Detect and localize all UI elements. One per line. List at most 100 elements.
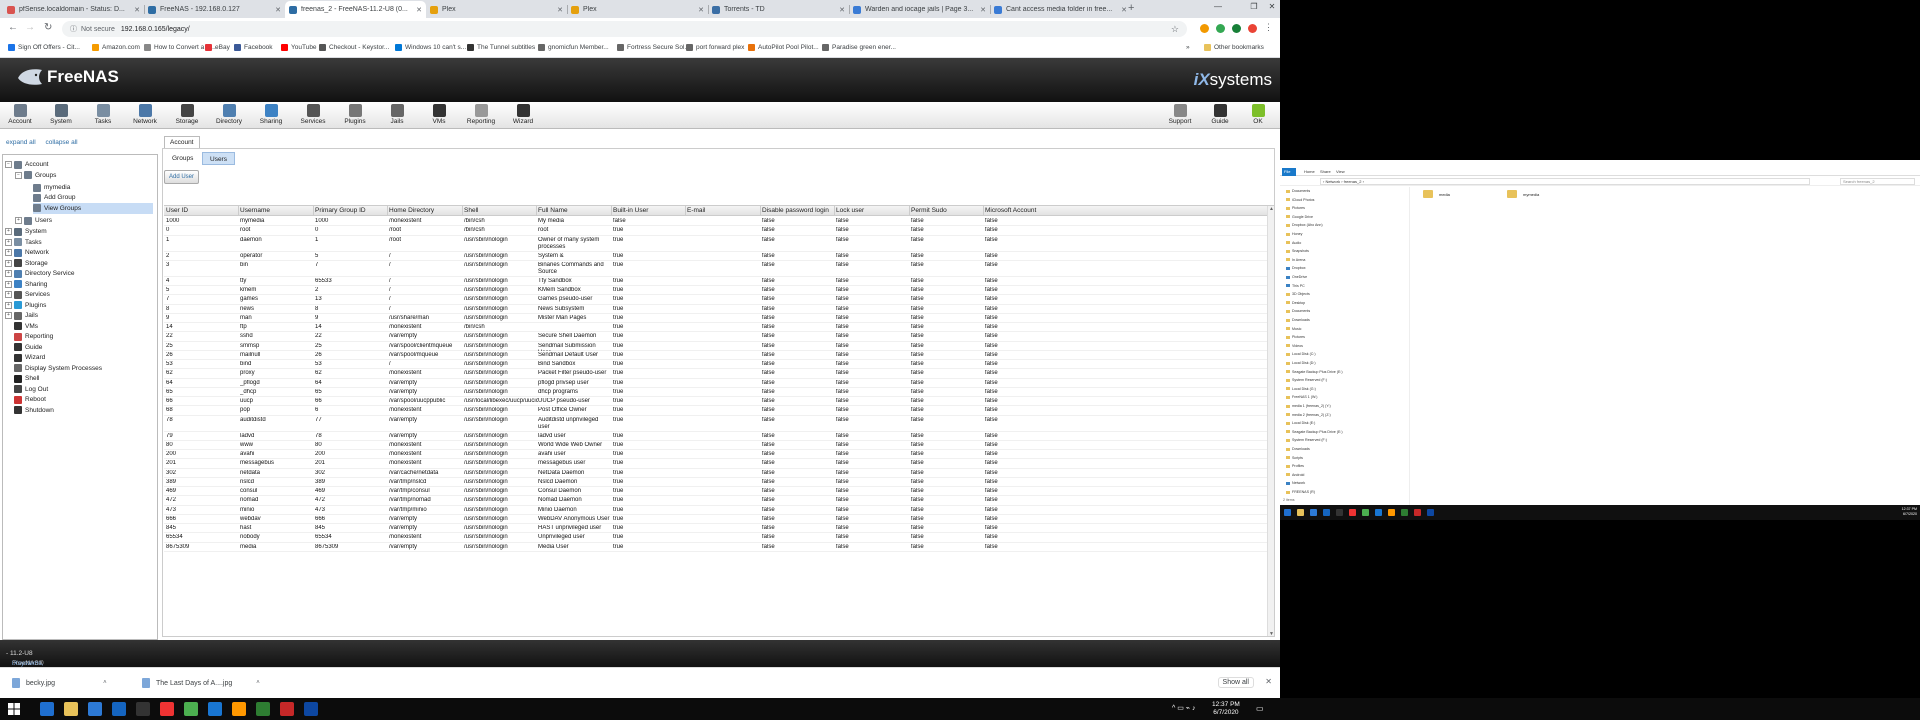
explorer-nav-item[interactable]: Videos [1286, 344, 1303, 348]
taskbar-app-icon[interactable] [1310, 509, 1317, 516]
column-header[interactable]: Microsoft Account [985, 207, 1036, 214]
chevron-up-icon[interactable]: ˄ [103, 680, 107, 686]
table-row[interactable]: 7 games 13 / /usr/sbin/nologin Games pseudo-u… [164, 295, 1267, 305]
taskbar-app-icon[interactable] [112, 702, 126, 716]
minimize-button[interactable]: — [1208, 2, 1228, 11]
table-row[interactable]: 201 messagebus 201/nonexistent/usr/sbin/no… [164, 459, 1267, 469]
tree-item-directory-service[interactable]: + Directory Service [5, 268, 74, 279]
taskbar-app-icon[interactable] [1323, 509, 1330, 516]
toolbar-account[interactable]: Account [0, 104, 40, 125]
extension-icon[interactable] [1216, 24, 1225, 33]
toolbar-support[interactable]: Support [1160, 104, 1200, 125]
taskbar-app-icon[interactable] [88, 702, 102, 716]
tab-close-icon[interactable]: ✕ [416, 6, 422, 14]
table-row[interactable]: 666 webdav 666/var/empty/usr/sbin/nologin W… [164, 515, 1267, 524]
taskbar-app-icon[interactable] [304, 702, 318, 716]
tree-item-wizard[interactable]: Wizard [5, 352, 45, 363]
table-row[interactable]: 472 nomad 472/var/tmp/nomad/usr/sbin/nolog… [164, 496, 1267, 506]
explorer-nav-item[interactable]: Honey [1286, 232, 1302, 236]
tree-item-vms[interactable]: VMs [5, 321, 38, 332]
tab-close-icon[interactable]: ✕ [1121, 6, 1127, 14]
column-separator[interactable] [909, 206, 910, 216]
expand-icon[interactable]: + [15, 217, 22, 224]
explorer-search-input[interactable]: Search freenas_2 [1840, 178, 1915, 185]
column-separator[interactable] [238, 206, 239, 216]
taskbar-app-icon[interactable] [1414, 509, 1421, 516]
add-user-button[interactable]: Add User [164, 170, 200, 184]
tab-close-icon[interactable]: ✕ [980, 6, 986, 14]
explorer-nav-item[interactable]: Documents [1286, 309, 1310, 313]
explorer-nav-item[interactable]: Pictures [1286, 335, 1305, 339]
column-separator[interactable] [983, 206, 984, 216]
close-button[interactable]: ✕ [1262, 2, 1280, 11]
explorer-nav-item[interactable]: Network [1286, 481, 1305, 485]
shield-icon[interactable] [1232, 24, 1241, 33]
table-row[interactable]: 1000 mymedia 1000/nonexistent/bin/csh My me… [164, 217, 1267, 227]
explorer-nav-item[interactable]: Scripts [1286, 456, 1303, 460]
explorer-nav-item[interactable]: Desktop [1286, 301, 1305, 305]
toolbar-jails[interactable]: Jails [377, 104, 417, 125]
toolbar-network[interactable]: Network [125, 104, 165, 125]
folder-item[interactable]: mymedia [1507, 190, 1539, 198]
explorer-nav-item[interactable]: FreeNAS 1 (W:) [1286, 395, 1318, 399]
column-header[interactable]: Lock user [836, 207, 864, 214]
tree-item-account[interactable]: − Account [5, 159, 49, 170]
taskbar-app-icon[interactable] [1362, 509, 1369, 516]
explorer-nav-item[interactable]: Pictures [1286, 206, 1305, 210]
bookmark-item[interactable]: Checkout - Keystor... [319, 44, 389, 51]
bookmarks-overflow-icon[interactable]: » [1186, 44, 1190, 51]
tree-item-storage[interactable]: + Storage [5, 258, 48, 269]
toolbar-reporting[interactable]: Reporting [461, 104, 501, 125]
system-tray[interactable]: ^ ▭ ⌁ ♪ [1172, 704, 1195, 712]
collapse-all-link[interactable]: collapse all [45, 139, 77, 146]
tree-item-view-groups[interactable]: View Groups [33, 202, 153, 214]
tree-item-guide[interactable]: Guide [5, 342, 42, 353]
bookmark-item[interactable]: Fortress Secure Sol... [617, 44, 690, 51]
column-header[interactable]: Username [240, 207, 270, 214]
column-separator[interactable] [834, 206, 835, 216]
bookmark-item[interactable]: AutoPilot Pool Pilot... [748, 44, 819, 51]
tab-users[interactable]: Users [202, 152, 235, 165]
table-row[interactable]: 79 ladvd 78/var/empty/usr/sbin/nologin ladv… [164, 432, 1267, 441]
toolbar-plugins[interactable]: Plugins [335, 104, 375, 125]
taskbar-app-icon[interactable] [232, 702, 246, 716]
explorer-nav-item[interactable]: Dropbox [1286, 266, 1306, 270]
table-row[interactable]: 1 daemon 1/root/usr/sbin/nologin Owner of m… [164, 236, 1267, 252]
column-header[interactable]: Permit Sudo [911, 207, 947, 214]
bookmark-item[interactable]: Windows 10 can't s... [395, 44, 466, 51]
table-row[interactable]: 78 auditdistd 77/var/empty/usr/sbin/nologi… [164, 416, 1267, 432]
column-separator[interactable] [536, 206, 537, 216]
table-row[interactable]: 302 netdata 302/var/cache/netdata/usr/sbin… [164, 469, 1267, 478]
new-tab-button[interactable]: + [1128, 2, 1134, 14]
tree-item-reboot[interactable]: Reboot [5, 394, 46, 405]
tree-item-add-group[interactable]: Add Group [33, 192, 75, 203]
explorer-nav-item[interactable]: System Reserved (F:) [1286, 378, 1327, 382]
tab-close-icon[interactable]: ✕ [275, 6, 281, 14]
expand-icon[interactable]: + [5, 312, 12, 319]
browser-tab[interactable]: Torrents - TD ✕ [708, 1, 849, 18]
explorer-nav-item[interactable]: Seagate Backup Plus Drive (E:) [1286, 370, 1343, 374]
toolbar-ok[interactable]: OK [1238, 104, 1278, 125]
collapse-icon[interactable]: − [5, 161, 12, 168]
taskbar-app-icon[interactable] [256, 702, 270, 716]
expand-all-link[interactable]: expand all [6, 139, 36, 146]
ribbon-tab-home[interactable]: Home [1304, 169, 1315, 174]
taskbar-app-icon[interactable] [1297, 509, 1304, 516]
close-icon[interactable]: ✕ [1265, 677, 1272, 686]
address-bar[interactable]: ⓘ Not secure 192.168.0.165/legacy/ ☆ [62, 21, 1187, 37]
tree-item-shell[interactable]: Shell [5, 373, 39, 384]
explorer-path-bar[interactable]: › Network › freenas_2 › [1320, 178, 1810, 185]
tree-item-jails[interactable]: + Jails [5, 310, 38, 321]
notification-icon[interactable]: ▭ [1256, 704, 1264, 713]
explorer-nav-item[interactable]: Local Disk (D:) [1286, 361, 1316, 365]
column-separator[interactable] [760, 206, 761, 216]
taskbar-app-icon[interactable] [1336, 509, 1343, 516]
bookmark-item[interactable]: Amazon.com [92, 44, 140, 51]
taskbar-app-icon[interactable] [1284, 509, 1291, 516]
column-separator[interactable] [685, 206, 686, 216]
explorer-nav-item[interactable]: Audio [1286, 241, 1301, 245]
toolbar-directory[interactable]: Directory [209, 104, 249, 125]
taskbar-app-icon[interactable] [40, 702, 54, 716]
download-item[interactable]: The Last Days of A....jpg ˄ [142, 678, 260, 688]
column-header[interactable]: Shell [464, 207, 478, 214]
